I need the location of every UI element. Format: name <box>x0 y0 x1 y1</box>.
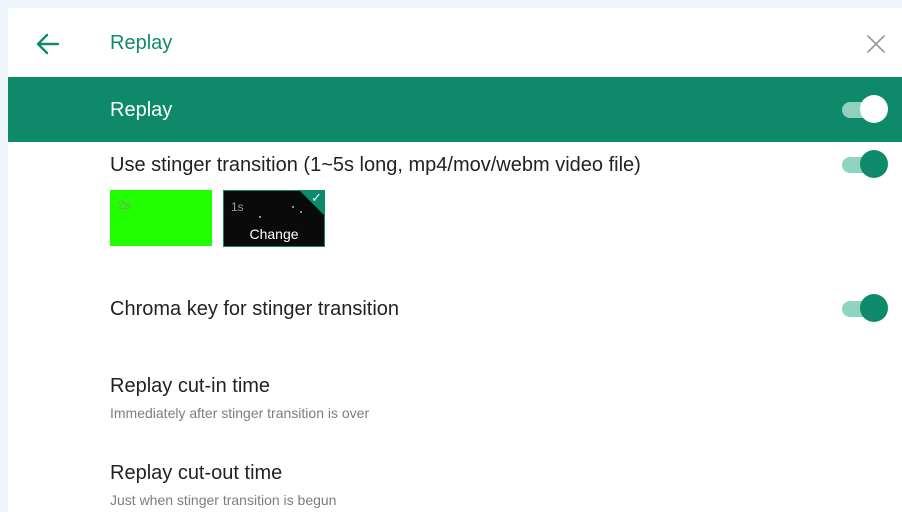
checkmark-icon: ✓ <box>311 190 322 205</box>
stinger-thumbnail-green[interactable]: 2s <box>110 190 212 246</box>
replay-toggle[interactable] <box>838 94 888 124</box>
cut-in-time-label[interactable]: Replay cut-in time <box>110 374 270 398</box>
close-button[interactable] <box>860 28 892 60</box>
chroma-key-label: Chroma key for stinger transition <box>110 298 400 320</box>
cut-in-time-value: Immediately after stinger transition is … <box>110 405 370 421</box>
thumbnail-duration: 1s <box>231 200 244 214</box>
thumbnail-duration: 2s <box>118 198 131 212</box>
settings-panel: Replay Replay Use stinger transition (1~… <box>8 8 902 512</box>
stinger-thumbnail-selected[interactable]: 1s ✓ Change <box>223 190 325 247</box>
page-title: Replay <box>110 32 173 54</box>
arrow-left-icon <box>36 33 60 55</box>
section-title: Replay <box>110 99 173 121</box>
cut-out-time-label[interactable]: Replay cut-out time <box>110 461 282 485</box>
change-button[interactable]: Change <box>224 226 324 242</box>
app-header: Replay <box>8 8 902 77</box>
toggle-thumb <box>860 294 888 322</box>
video-noise-dot <box>292 206 294 208</box>
chroma-key-toggle[interactable] <box>838 293 888 323</box>
cut-out-time-value: Just when stinger transition is begun <box>110 492 337 508</box>
toggle-thumb <box>860 150 888 178</box>
close-icon <box>867 35 885 53</box>
back-button[interactable] <box>30 26 66 62</box>
replay-section-header: Replay <box>8 77 902 142</box>
video-noise-dot <box>259 216 261 218</box>
toggle-thumb <box>860 95 888 123</box>
stinger-transition-label: Use stinger transition (1~5s long, mp4/m… <box>110 154 641 176</box>
stinger-transition-toggle[interactable] <box>838 149 888 179</box>
